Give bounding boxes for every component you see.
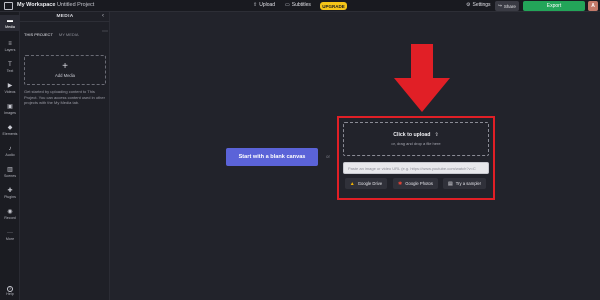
google-photos-label: Google Photos bbox=[405, 181, 433, 186]
layers-icon: ≡ bbox=[8, 40, 12, 47]
panel-header: MEDIA ‹ bbox=[20, 12, 110, 22]
google-drive-icon: ▲ bbox=[349, 180, 355, 187]
google-drive-button[interactable]: ▲ Google Drive bbox=[345, 178, 387, 189]
sidebar-item-label: Text bbox=[6, 68, 14, 73]
top-bar: My Workspace › Untitled Project ⇧ Upload… bbox=[0, 0, 600, 12]
settings-button[interactable]: ⚙ Settings bbox=[466, 2, 491, 8]
sidebar-item-text[interactable]: T Text bbox=[0, 59, 20, 75]
image-icon: ▣ bbox=[7, 103, 13, 110]
help-button[interactable]: ? Help bbox=[0, 284, 20, 298]
google-drive-label: Google Drive bbox=[357, 181, 383, 186]
sidebar-item-elements[interactable]: ◆ Elements bbox=[0, 122, 20, 138]
upload-button[interactable]: ⇧ Upload bbox=[253, 2, 275, 8]
sidebar-item-scenes[interactable]: ▥ Scenes bbox=[0, 164, 20, 180]
google-photos-icon: ✱ bbox=[398, 180, 403, 187]
sidebar-item-label: Videos bbox=[4, 89, 16, 94]
more-options-icon[interactable]: ⋯ bbox=[102, 28, 108, 35]
subtitles-icon: ▭ bbox=[285, 2, 290, 8]
sidebar-item-label: Plugins bbox=[4, 194, 16, 199]
music-icon: ♪ bbox=[8, 145, 12, 152]
sidebar-item-label: Layers bbox=[4, 47, 16, 52]
upload-icon: ⇧ bbox=[434, 132, 439, 138]
or-label: or bbox=[326, 154, 331, 159]
google-photos-button[interactable]: ✱ Google Photos bbox=[393, 178, 438, 189]
sidebar-item-label: Media bbox=[5, 24, 15, 29]
chevron-left-icon[interactable]: ‹ bbox=[102, 13, 104, 19]
add-media-button[interactable]: + Add Media bbox=[24, 55, 106, 85]
sidebar-item-label: More bbox=[5, 236, 15, 241]
workspace-icon[interactable] bbox=[4, 2, 13, 10]
sidebar-item-label: Elements bbox=[2, 131, 18, 136]
upload-label: Upload bbox=[259, 2, 276, 8]
media-panel: MEDIA ‹ THIS PROJECT MY MEDIA ⋯ + Add Me… bbox=[20, 12, 110, 300]
gear-icon: ⚙ bbox=[466, 2, 471, 8]
plugin-icon: ✚ bbox=[7, 187, 13, 194]
sample-icon: ▤ bbox=[448, 180, 453, 187]
sidebar-item-layers[interactable]: ≡ Layers bbox=[0, 38, 20, 54]
subtitles-label: Subtitles bbox=[291, 2, 311, 8]
chevron-right-icon: › bbox=[52, 2, 54, 8]
share-button[interactable]: ↪ Share bbox=[495, 1, 519, 11]
panel-title: MEDIA bbox=[56, 14, 74, 19]
sidebar-item-more[interactable]: ··· More bbox=[0, 227, 20, 243]
video-icon: ▶ bbox=[7, 82, 13, 89]
sidebar-item-label: Audio bbox=[5, 152, 15, 157]
avatar[interactable]: A bbox=[588, 1, 598, 11]
text-icon: T bbox=[8, 61, 12, 68]
tab-this-project[interactable]: THIS PROJECT bbox=[24, 32, 53, 37]
sidebar-item-media[interactable]: ▬ Media bbox=[0, 15, 20, 31]
upload-subtitle: or, drag and drop a file here bbox=[391, 141, 441, 146]
panel-description: Get started by uploading content to This… bbox=[24, 89, 105, 106]
sidebar-item-label: Images bbox=[4, 110, 16, 115]
sidebar-item-images[interactable]: ▣ Images bbox=[0, 101, 20, 117]
share-icon: ↪ bbox=[498, 3, 502, 8]
try-sample-label: Try a sample! bbox=[455, 181, 481, 186]
workspace-title[interactable]: My Workspace bbox=[17, 2, 55, 8]
add-media-label: Add Media bbox=[54, 73, 76, 78]
shapes-icon: ◆ bbox=[7, 124, 13, 131]
plus-icon: + bbox=[62, 61, 68, 72]
sidebar-item-plugins[interactable]: ✚ Plugins bbox=[0, 185, 20, 201]
url-input[interactable] bbox=[343, 162, 489, 174]
try-sample-button[interactable]: ▤ Try a sample! bbox=[443, 178, 486, 189]
sidebar-item-label: Scenes bbox=[4, 173, 16, 178]
arrow-down-icon bbox=[394, 44, 450, 112]
sidebar-item-label: Record bbox=[4, 215, 16, 220]
project-title[interactable]: Untitled Project bbox=[57, 2, 94, 8]
help-label: Help bbox=[6, 292, 14, 296]
scenes-icon: ▥ bbox=[7, 166, 13, 173]
blank-canvas-button[interactable]: Start with a blank canvas bbox=[226, 148, 318, 166]
sidebar-item-videos[interactable]: ▶ Videos bbox=[0, 80, 20, 96]
export-button[interactable]: Export bbox=[523, 1, 585, 11]
more-icon: ··· bbox=[7, 229, 13, 236]
panel-tabs: THIS PROJECT MY MEDIA bbox=[24, 32, 79, 37]
upgrade-button[interactable]: UPGRADE bbox=[320, 2, 347, 10]
sidebar-item-record[interactable]: ◉ Record bbox=[0, 206, 20, 222]
subtitles-button[interactable]: ▭ Subtitles bbox=[285, 2, 311, 8]
record-icon: ◉ bbox=[7, 208, 13, 215]
settings-label: Settings bbox=[472, 2, 491, 8]
tab-my-media[interactable]: MY MEDIA bbox=[59, 32, 79, 37]
left-rail: ▬ Media ≡ Layers T Text ▶ Videos ▣ Image… bbox=[0, 12, 20, 300]
upload-dropzone[interactable]: Click to upload ⇧ or, drag and drop a fi… bbox=[343, 122, 489, 156]
share-label: Share bbox=[503, 3, 516, 9]
upload-icon: ⇧ bbox=[253, 2, 258, 8]
upload-title: Click to upload bbox=[393, 132, 431, 138]
folder-icon: ▬ bbox=[7, 17, 13, 24]
sidebar-item-audio[interactable]: ♪ Audio bbox=[0, 143, 20, 159]
